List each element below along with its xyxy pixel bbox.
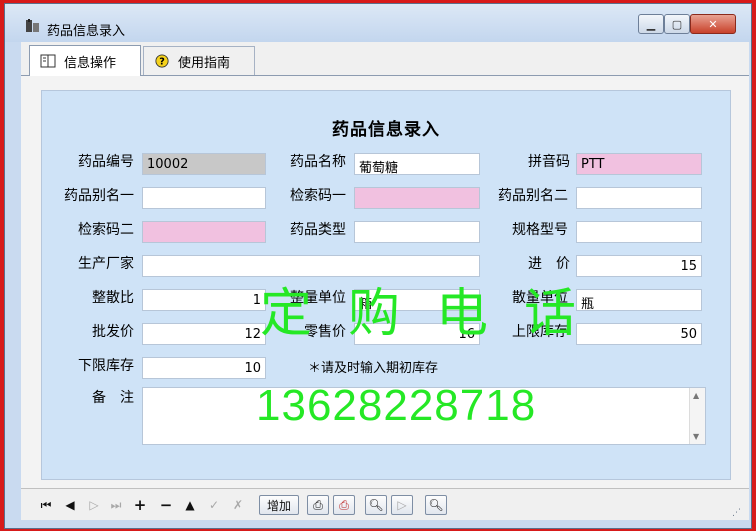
wholesale-label: 批发价: [92, 324, 134, 340]
search2-field[interactable]: [142, 221, 266, 243]
maximize-icon: ▢: [671, 17, 683, 31]
code-label: 药品编号: [78, 154, 134, 170]
minimize-icon: ▁: [646, 17, 656, 31]
category-field[interactable]: [354, 221, 480, 243]
close-button[interactable]: ✕: [690, 14, 736, 34]
ratio-field[interactable]: 1: [142, 289, 266, 311]
tab-strip: 信息操作 ? 使用指南: [21, 42, 749, 76]
memo-scrollbar[interactable]: ▲ ▼: [689, 388, 705, 444]
content-panel: 药品信息录入 药品编号 10002 药品名称 葡萄糖 拼音码 PTT 药品别名一…: [21, 76, 749, 488]
form-title: 药品信息录入: [332, 120, 440, 140]
check-icon[interactable]: ✓: [207, 495, 221, 515]
category-label: 药品类型: [290, 222, 346, 238]
search-icon[interactable]: 🔍︎: [365, 495, 387, 515]
maker-label: 生产厂家: [78, 256, 134, 272]
prev-record-icon[interactable]: ◀: [63, 495, 77, 515]
delete-record-icon[interactable]: −: [159, 495, 173, 515]
watermark-text: 定购电话: [260, 284, 613, 344]
svg-text:?: ?: [159, 57, 165, 68]
name-label: 药品名称: [290, 154, 346, 170]
first-record-icon[interactable]: ⏮: [39, 495, 53, 515]
search2-label: 检索码二: [78, 222, 134, 238]
app-window: 药品信息录入 ▁ ▢ ✕ 信息操作 ? 使用指南 药品信息录入 药品编号 100…: [4, 3, 752, 529]
memo-label: 备 注: [92, 390, 134, 406]
add-button-label: 增加: [266, 498, 291, 513]
stock-min-label: 下限库存: [78, 358, 134, 374]
scroll-up-icon[interactable]: ▲: [693, 391, 699, 400]
alias1-field[interactable]: [142, 187, 266, 209]
record-toolbar: ⏮ ◀ ▷ ⏭ + − ▲ ✓ ✗ 增加 ⎙ ⎙ 🔍︎ ▷ 🔍︎ ⋰: [21, 488, 749, 520]
find-icon[interactable]: 🔍︎: [425, 495, 447, 515]
alias1-label: 药品别名一: [64, 188, 134, 204]
search1-label: 检索码一: [290, 188, 346, 204]
maximize-button[interactable]: ▢: [664, 14, 690, 34]
next-record-icon[interactable]: ▷: [87, 495, 101, 515]
app-icon: [26, 19, 39, 32]
tab-label: 使用指南: [178, 55, 231, 71]
tab-label: 信息操作: [64, 55, 117, 71]
alias2-label: 药品别名二: [498, 188, 568, 204]
name-field[interactable]: 葡萄糖: [354, 153, 480, 175]
search1-field[interactable]: [354, 187, 480, 209]
up-icon[interactable]: ▲: [183, 495, 197, 515]
add-record-icon[interactable]: +: [133, 495, 147, 515]
spec-label: 规格型号: [512, 222, 568, 238]
code-field[interactable]: 10002: [142, 153, 266, 175]
watermark-phone: 13628228718: [256, 381, 537, 430]
add-button[interactable]: 增加: [259, 495, 299, 515]
print-preview-icon[interactable]: ⎙: [333, 495, 355, 515]
alias2-field[interactable]: [576, 187, 702, 209]
cancel-icon[interactable]: ✗: [231, 495, 245, 515]
spec-field[interactable]: [576, 221, 702, 243]
minimize-button[interactable]: ▁: [638, 14, 664, 34]
drug-form: 药品信息录入 药品编号 10002 药品名称 葡萄糖 拼音码 PTT 药品别名一…: [41, 90, 731, 480]
tab-user-guide[interactable]: ? 使用指南: [143, 46, 255, 75]
book-icon: [40, 54, 56, 68]
close-icon: ✕: [708, 17, 718, 31]
window-title: 药品信息录入: [47, 24, 126, 39]
help-icon: ?: [155, 54, 169, 68]
stock-min-field[interactable]: 10: [142, 357, 266, 379]
scroll-down-icon[interactable]: ▼: [693, 432, 699, 441]
wholesale-field[interactable]: 12: [142, 323, 266, 345]
stock-note: ＊请及时输入期初库存: [308, 361, 439, 376]
price-in-label: 进 价: [528, 256, 570, 272]
play-icon[interactable]: ▷: [391, 495, 413, 515]
ratio-label: 整散比: [92, 290, 134, 306]
resize-grip-icon[interactable]: ⋰: [732, 508, 741, 518]
last-record-icon[interactable]: ⏭: [109, 495, 123, 515]
pinyin-label: 拼音码: [528, 154, 570, 170]
print-icon[interactable]: ⎙: [307, 495, 329, 515]
tab-info-operation[interactable]: 信息操作: [29, 45, 141, 76]
pinyin-field[interactable]: PTT: [576, 153, 702, 175]
title-bar[interactable]: 药品信息录入 ▁ ▢ ✕: [5, 4, 751, 42]
